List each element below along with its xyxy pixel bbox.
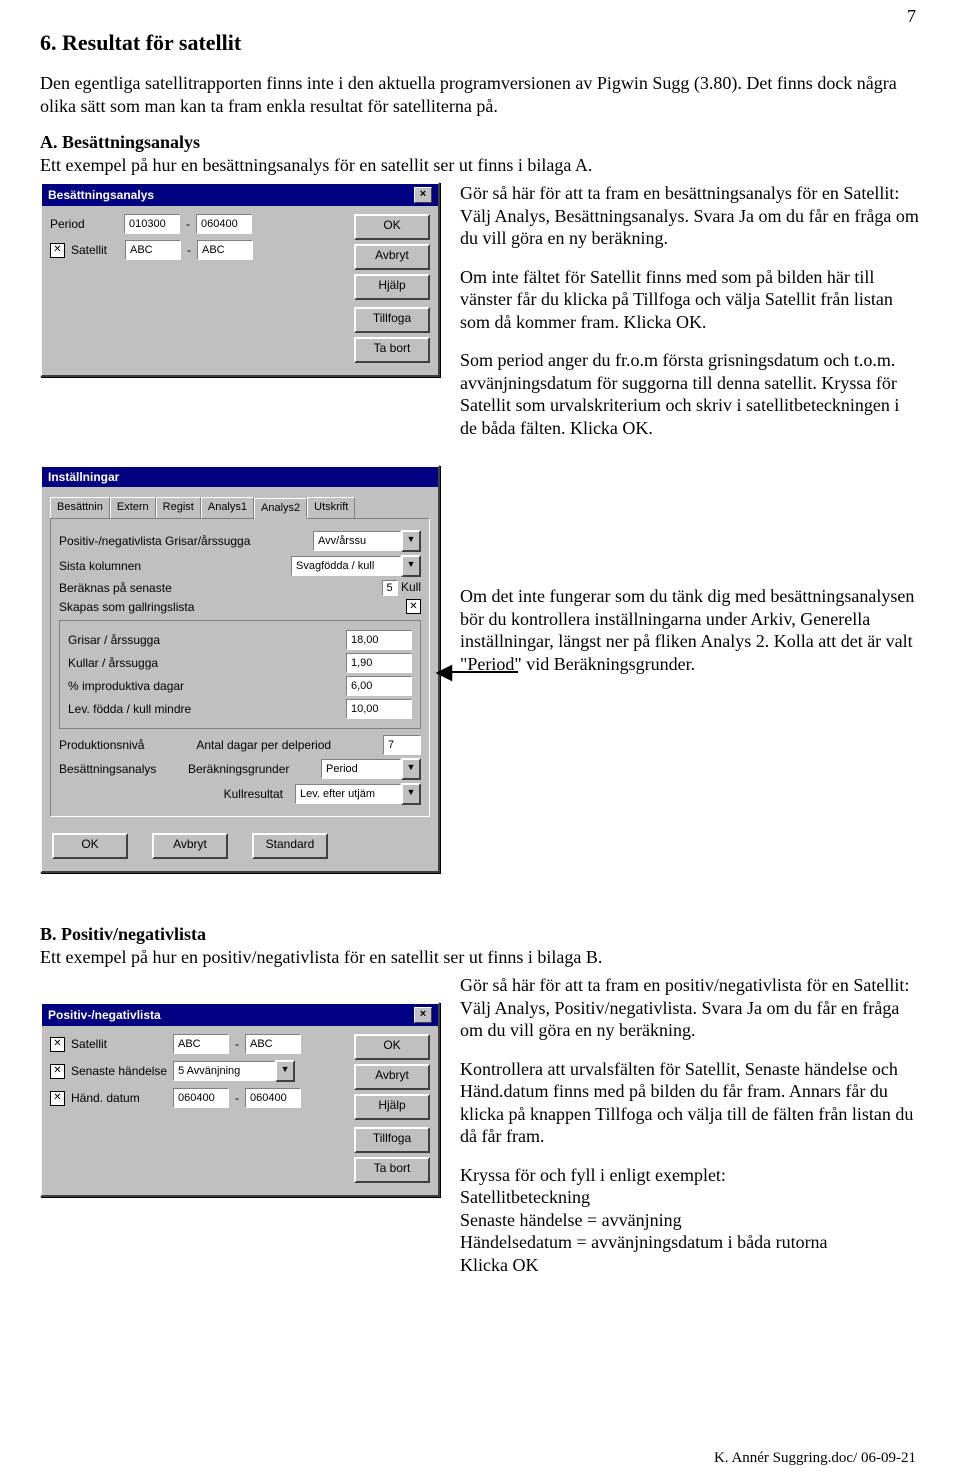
berak-select[interactable]: Period [321,759,401,779]
tab-extern[interactable]: Extern [110,497,156,518]
event-checkbox[interactable]: ✕ [50,1064,65,1079]
kullar-input[interactable]: 1,90 [346,653,412,673]
help-button[interactable]: Hjälp [354,1094,430,1120]
arrow-line [448,671,518,673]
beraknas-input[interactable]: 5 [382,580,398,596]
tab-analys2[interactable]: Analys2 [254,498,307,519]
section-b-para1: Gör så här för att ta fram en positiv/ne… [460,974,920,1042]
page-number: 7 [907,6,916,27]
section-a-para3: Som period anger du fr.o.m första grisni… [460,349,920,439]
grisar-input[interactable]: 18,00 [346,630,412,650]
dash: - [187,243,191,257]
kullres-label: Kullresultat [224,787,283,801]
skapas-label: Skapas som gallringslista [59,600,194,614]
chevron-down-icon[interactable]: ▼ [401,758,421,780]
sistakol-label: Sista kolumnen [59,559,141,573]
section-a-para4: Om det inte fungerar som du tänk dig med… [460,585,920,675]
improd-input[interactable]: 6,00 [346,676,412,696]
lev-label: Lev. födda / kull mindre [68,702,191,716]
dash: - [235,1091,239,1105]
help-button[interactable]: Hjälp [354,274,430,300]
posneg-select[interactable]: Avv/årssu [313,531,401,551]
ok-button[interactable]: OK [354,1034,430,1060]
satellit-to-input[interactable]: ABC [197,240,253,260]
intro-paragraph: Den egentliga satellitrapporten finns in… [40,72,920,117]
kullar-label: Kullar / årssugga [68,656,158,670]
close-icon[interactable]: × [414,187,432,203]
sistakol-select[interactable]: Svagfödda / kull [291,556,401,576]
dash: - [235,1037,239,1051]
posneg-label: Positiv-/negativlista Grisar/årssugga [59,534,250,548]
section-b-heading: B. Positiv/negativlistaEtt exempel på hu… [40,923,920,968]
berak-label: Beräkningsgrunder [188,762,289,776]
lev-input[interactable]: 10,00 [346,699,412,719]
section-a-para1: Gör så här för att ta fram en besättning… [460,182,920,250]
dialog-title: Inställningar [48,470,119,484]
tabort-button[interactable]: Ta bort [354,1157,430,1183]
antal-label: Antal dagar per delperiod [196,738,331,752]
cancel-button[interactable]: Avbryt [354,1064,430,1090]
dialog-title: Positiv-/negativlista [48,1008,161,1022]
tabort-button[interactable]: Ta bort [354,337,430,363]
tab-besattnin[interactable]: Besättnin [50,497,110,518]
satellit-to-input[interactable]: ABC [245,1034,301,1054]
section-a-heading: A. BesättningsanalysEtt exempel på hur e… [40,131,920,176]
event-label: Senaste händelse [71,1064,167,1078]
event-select[interactable]: 5 Avvänjning [173,1061,275,1081]
period-from-input[interactable]: 010300 [124,214,180,234]
page-title: 6. Resultat för satellit [40,30,920,56]
grisar-label: Grisar / årssugga [68,633,160,647]
datum-from-input[interactable]: 060400 [173,1088,229,1108]
section-a-para2: Om inte fältet för Satellit finns med so… [460,266,920,334]
prodniva-label: Produktionsnivå [59,738,144,752]
chevron-down-icon[interactable]: ▼ [275,1060,295,1082]
besattningsanalys-dialog: Besättningsanalys × Period 010300 - 0604… [40,182,440,377]
ok-button[interactable]: OK [354,214,430,240]
tillfoga-button[interactable]: Tillfoga [354,1127,430,1153]
close-icon[interactable]: × [414,1007,432,1023]
datum-checkbox[interactable]: ✕ [50,1091,65,1106]
cancel-button[interactable]: Avbryt [152,833,228,859]
standard-button[interactable]: Standard [252,833,328,859]
dash: - [186,217,190,231]
tab-analys1[interactable]: Analys1 [201,497,254,518]
tab-regist[interactable]: Regist [156,497,201,518]
satellit-label: Satellit [71,243,119,257]
section-b-para2: Kontrollera att urvalsfälten för Satelli… [460,1058,920,1148]
beraknas-unit: Kull [401,580,421,594]
dialog-title: Besättningsanalys [48,188,154,202]
installningar-dialog: Inställningar Besättnin Extern Regist An… [40,465,440,873]
chevron-down-icon[interactable]: ▼ [401,530,421,552]
satellit-from-input[interactable]: ABC [173,1034,229,1054]
kullres-select[interactable]: Lev. efter utjäm [295,784,401,804]
satellit-checkbox[interactable]: ✕ [50,243,65,258]
datum-label: Händ. datum [71,1091,167,1105]
tab-utskrift[interactable]: Utskrift [307,497,355,518]
section-b-para3: Kryssa för och fyll i enligt exemplet: S… [460,1164,920,1277]
datum-to-input[interactable]: 060400 [245,1088,301,1108]
period-label: Period [50,217,118,231]
satellit-label: Satellit [71,1037,167,1051]
besan-label: Besättningsanalys [59,762,156,776]
arrow-icon: ◄ [430,657,458,689]
antal-input[interactable]: 7 [383,735,421,755]
page-footer: K. Annér Suggring.doc/ 06-09-21 [714,1450,916,1467]
satellit-checkbox[interactable]: ✕ [50,1037,65,1052]
tillfoga-button[interactable]: Tillfoga [354,307,430,333]
improd-label: % improduktiva dagar [68,679,184,693]
positivnegativ-dialog: Positiv-/negativlista × ✕ Satellit ABC -… [40,1002,440,1197]
chevron-down-icon[interactable]: ▼ [401,783,421,805]
ok-button[interactable]: OK [52,833,128,859]
beraknas-label: Beräknas på senaste [59,581,172,595]
cancel-button[interactable]: Avbryt [354,244,430,270]
skapas-checkbox[interactable]: ✕ [406,599,421,614]
period-to-input[interactable]: 060400 [196,214,252,234]
satellit-from-input[interactable]: ABC [125,240,181,260]
chevron-down-icon[interactable]: ▼ [401,555,421,577]
